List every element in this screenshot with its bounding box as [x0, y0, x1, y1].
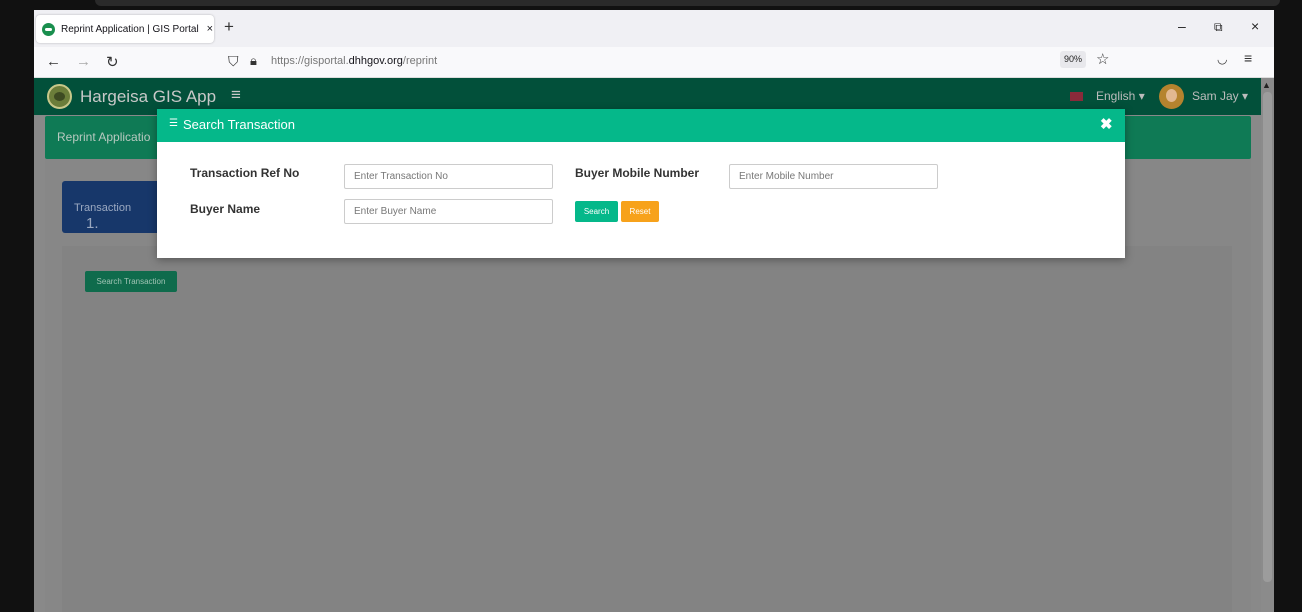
- site-favicon-icon: [42, 22, 55, 36]
- step-label: Transaction: [74, 202, 132, 214]
- modal-title: Search Transaction: [183, 117, 296, 132]
- buyer-mobile-input[interactable]: [729, 164, 938, 189]
- browser-window: Reprint Application | GIS Portal × + – ⧉…: [34, 10, 1274, 612]
- buyer-name-label: Buyer Name: [190, 202, 261, 216]
- uk-flag-icon: [1070, 92, 1083, 101]
- url-text[interactable]: https://gisportal.dhhgov.org/reprint: [271, 55, 437, 67]
- modal-header: ☰ Search Transaction ✖: [157, 109, 1125, 142]
- user-menu[interactable]: Sam Jay ▾: [1192, 89, 1248, 103]
- window-close-icon[interactable]: ×: [1251, 18, 1259, 34]
- scrollbar-thumb[interactable]: [1263, 92, 1272, 582]
- buyer-mobile-label: Buyer Mobile Number: [575, 166, 700, 180]
- desktop-background: Reprint Application | GIS Portal × + – ⧉…: [0, 0, 1302, 612]
- inner-panel: Search Transaction: [62, 246, 1232, 612]
- scroll-up-arrow-icon[interactable]: ▲: [1262, 80, 1271, 90]
- reload-icon[interactable]: ↻: [106, 53, 119, 71]
- forward-arrow-icon[interactable]: →: [76, 53, 91, 70]
- sidebar-toggle-icon[interactable]: ≡: [231, 85, 241, 105]
- search-transaction-modal: ☰ Search Transaction ✖ Transaction Ref N…: [157, 109, 1125, 258]
- back-arrow-icon[interactable]: ←: [46, 53, 61, 70]
- minimize-icon[interactable]: –: [1178, 18, 1186, 34]
- tracking-shield-icon[interactable]: ⛉: [228, 53, 239, 70]
- section-title: Reprint Applicatio: [57, 130, 151, 144]
- app-logo-icon[interactable]: [47, 84, 72, 109]
- new-tab-icon[interactable]: +: [224, 17, 234, 37]
- user-avatar[interactable]: [1159, 84, 1184, 109]
- navigation-bar: ← → ↻ ⛉ 🔒︎ https://gisportal.dhhgov.org/…: [34, 47, 1274, 78]
- transaction-ref-label: Transaction Ref No: [190, 166, 300, 180]
- pocket-icon[interactable]: ◡: [1217, 52, 1227, 66]
- buyer-name-input[interactable]: [344, 199, 553, 224]
- reset-button[interactable]: Reset: [621, 201, 659, 222]
- step-number: 1.: [86, 215, 99, 232]
- search-button[interactable]: Search: [575, 201, 618, 222]
- search-transaction-button[interactable]: Search Transaction: [85, 271, 177, 292]
- language-selector[interactable]: English ▾: [1096, 89, 1145, 103]
- url-bar[interactable]: ⛉ 🔒︎ https://gisportal.dhhgov.org/reprin…: [220, 50, 1120, 74]
- transaction-ref-input[interactable]: [344, 164, 553, 189]
- modal-close-icon[interactable]: ✖: [1100, 115, 1113, 133]
- tab-strip: Reprint Application | GIS Portal × + – ⧉…: [34, 10, 1274, 47]
- tab-reprint-application[interactable]: Reprint Application | GIS Portal ×: [36, 15, 214, 43]
- hamburger-menu-icon[interactable]: ≡: [1244, 50, 1252, 66]
- tab-title: Reprint Application | GIS Portal: [61, 23, 199, 35]
- outer-top-strip: [95, 0, 1280, 6]
- tab-close-icon[interactable]: ×: [207, 23, 213, 35]
- app-name[interactable]: Hargeisa GIS App: [80, 87, 216, 107]
- lock-icon[interactable]: 🔒︎: [250, 53, 257, 69]
- list-icon: ☰: [169, 118, 178, 129]
- restore-icon[interactable]: ⧉: [1214, 20, 1223, 35]
- bookmark-star-icon[interactable]: ☆: [1096, 50, 1109, 68]
- zoom-level-badge[interactable]: 90%: [1060, 51, 1086, 68]
